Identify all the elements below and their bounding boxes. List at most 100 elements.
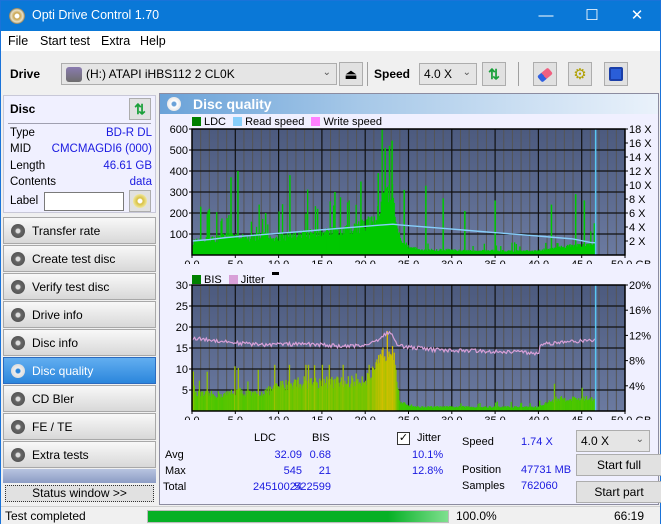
ldc-peak-bar [384,147,386,255]
y2-tick-label: 8% [629,356,645,368]
x-tick-label: 45.0 [571,259,592,264]
status-window-button[interactable]: Status window >> [5,485,154,502]
sidebar: Disc ⇅ Type BD-R DL MID CMCMAGDI6 (000) Le… [1,93,158,505]
total-label: Total [163,481,187,493]
disc-refresh-button[interactable]: ⇅ [129,98,151,120]
chevron-down-icon: ⌄ [462,67,471,78]
nav-label: Disc info [32,336,79,350]
test-speed-select[interactable]: 4.0 X ⌄ [576,430,650,452]
speed-stat-value: 1.74 X [521,436,553,448]
chevron-down-icon: ⌄ [322,67,331,78]
close-button[interactable]: ✕ [614,1,660,31]
ldc-peak-bar [583,200,586,255]
x-tick-label: 50.0 GB [611,415,651,420]
bis-max: 21 [318,465,331,477]
settings-button[interactable]: ⚙ [568,62,592,86]
menu-help[interactable]: Help [140,34,166,48]
y2-tick-label: 4% [629,381,645,393]
nav-filler [3,469,156,483]
refresh-button[interactable]: ⇅ [482,62,506,86]
x-tick-label: 15.0 [311,259,332,264]
y2-tick-label: 12 X [629,166,652,178]
field-key: Length [10,160,46,172]
field-key: Contents [10,176,57,188]
y-tick-label: 15 [176,343,188,355]
maximize-button[interactable]: ☐ [569,1,615,31]
bis-total: 522599 [294,481,331,493]
nav-cd-bler[interactable]: CD Bler [3,385,156,412]
disc-gear-icon [11,336,25,350]
jitter-label: Jitter [417,432,441,444]
label-input[interactable] [44,192,124,211]
start-part-button[interactable]: Start part [576,481,661,503]
erase-button[interactable] [533,62,557,86]
x-tick-label: 20.0 [354,415,375,420]
x-tick-label: 10.0 [268,259,289,264]
jitter-avg: 10.1% [412,449,444,461]
ldc-peak-bar [388,145,391,255]
save-button[interactable] [604,62,628,86]
nav-verify-test-disc[interactable]: Verify test disc [3,273,156,300]
nav-disc-info[interactable]: Disc info [3,329,156,356]
disc-quality-panel: Disc quality LDC Read speed Write speed … [159,93,661,505]
disc-gear-icon [11,280,25,294]
disc-gear-icon [11,252,25,266]
y2-tick-label: 8 X [629,194,646,206]
nav-fe-te[interactable]: FE / TE [3,413,156,440]
nav-transfer-rate[interactable]: Transfer rate [3,217,156,244]
menu-start-test[interactable]: Start test [40,34,90,48]
x-tick-label: 45.0 [571,415,592,420]
x-tick-label: 20.0 [354,259,375,264]
samples-label: Samples [462,480,505,492]
field-value: data [129,176,152,188]
ldc-peak-bar [403,189,405,255]
y2-tick-label: 18 X [629,124,652,136]
drive-select[interactable]: (H:) ATAPI iHBS112 2 CL0K ⌄ [61,63,337,85]
progress-bar [147,510,449,523]
menu-extra[interactable]: Extra [101,34,130,48]
speed-select[interactable]: 4.0 X ⌄ [419,63,477,85]
floppy-icon [609,67,623,81]
status-text: Test completed [5,509,86,523]
label-disc-button[interactable] [129,190,151,212]
minimize-button[interactable]: — [523,1,569,31]
toolbar-divider [518,62,519,86]
window-title: Opti Drive Control 1.70 [32,8,160,22]
x-tick-label: 30.0 [441,259,462,264]
chevron-down-icon: ⌄ [635,434,644,445]
ldc-peak-bar [199,206,202,255]
y-tick-label: 600 [170,124,188,136]
y-tick-label: 300 [170,187,188,199]
toolbar: Drive (H:) ATAPI iHBS112 2 CL0K ⌄ ⏏ Spee… [1,51,660,93]
nav-label: FE / TE [32,420,73,434]
app-disc-icon [9,8,25,24]
disc-gear-icon [11,364,25,378]
y-tick-label: 20 [176,322,188,334]
jitter-max: 12.8% [412,465,444,477]
x-tick-label: 0.0 [184,415,199,420]
ldc-peak-bar [425,185,427,255]
refresh-icon: ⇅ [488,66,500,82]
nav-disc-quality[interactable]: Disc quality [3,357,156,384]
y2-tick-label: 16 X [629,138,652,150]
menu-bar: File Start test Extra Help [1,31,660,51]
ldc-avg: 32.09 [274,449,302,461]
x-tick-label: 50.0 GB [611,259,651,264]
start-full-button[interactable]: Start full [576,454,661,476]
nav-extra-tests[interactable]: Extra tests [3,441,156,468]
ldc-peak-bar [316,208,319,255]
disc-gear-icon [11,392,25,406]
y-tick-label: 200 [170,208,188,220]
disc-gear-icon [11,308,25,322]
x-tick-label: 25.0 [398,415,419,420]
eject-button[interactable]: ⏏ [339,62,363,86]
y2-tick-label: 14 X [629,152,652,164]
y-tick-label: 5 [182,385,188,397]
ldc-peak-bar [377,173,379,255]
jitter-checkbox[interactable]: ✓ [397,432,410,445]
menu-file[interactable]: File [8,34,28,48]
position-value: 47731 MB [521,464,572,476]
nav-drive-info[interactable]: Drive info [3,301,156,328]
nav-create-test-disc[interactable]: Create test disc [3,245,156,272]
y-tick-label: 30 [176,280,188,292]
